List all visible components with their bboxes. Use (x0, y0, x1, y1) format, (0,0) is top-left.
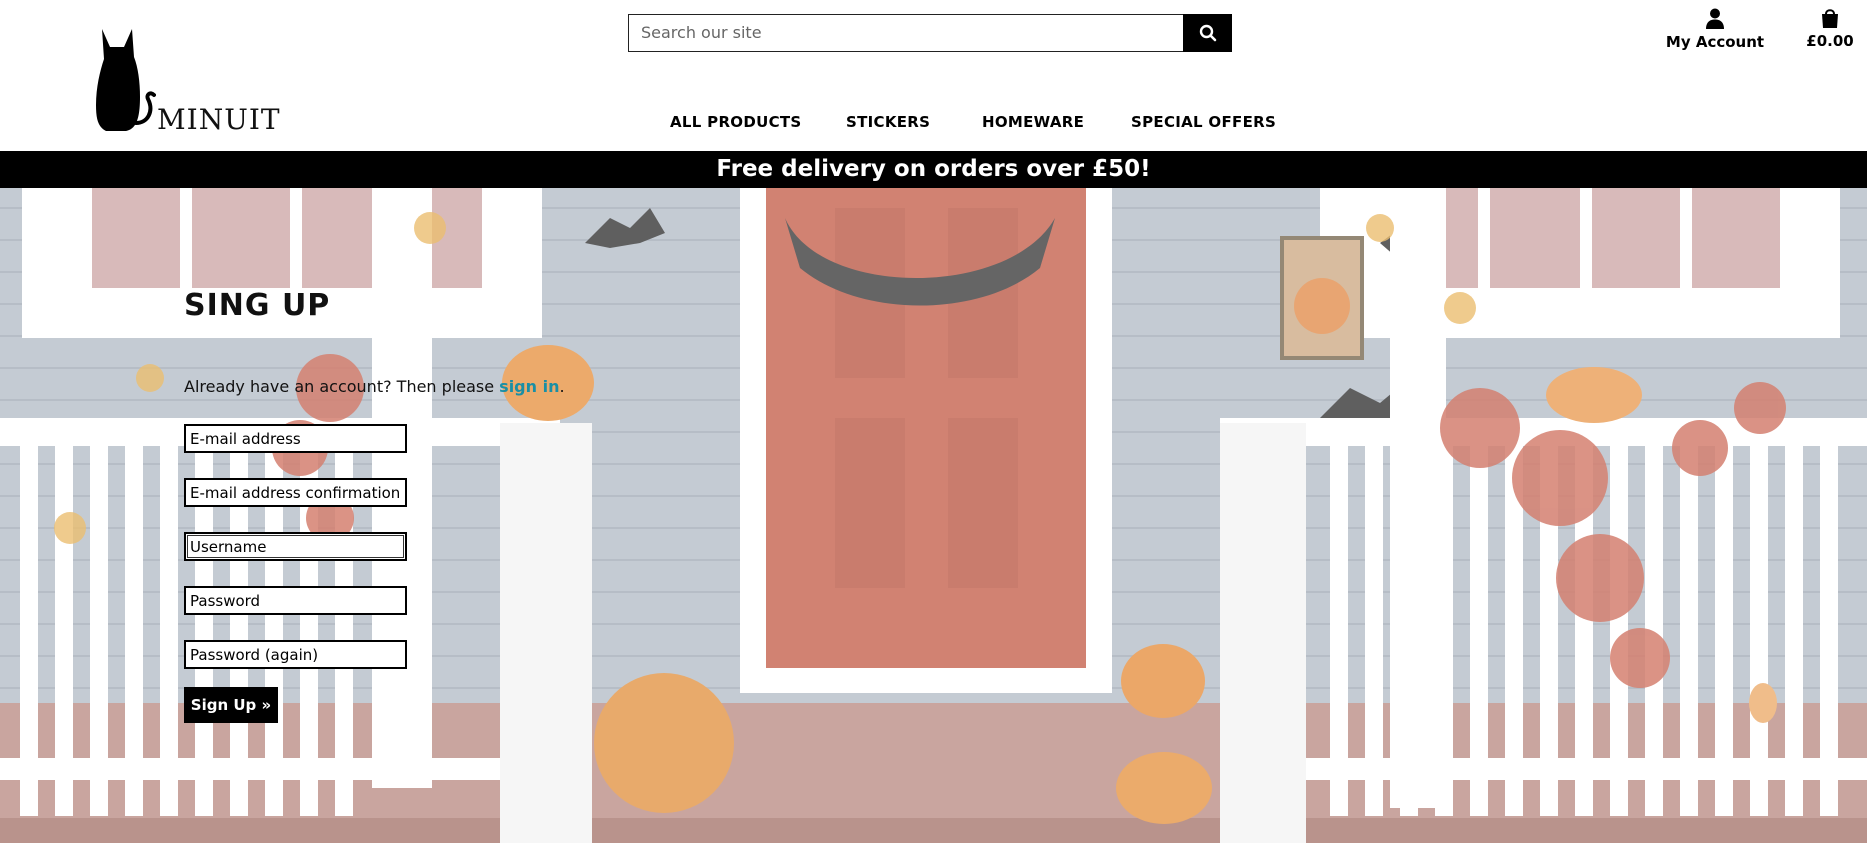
brand-name: MINUIT (157, 103, 281, 136)
username-field[interactable] (184, 532, 407, 561)
shopping-bag-icon (1822, 9, 1838, 28)
signin-prompt-end: . (559, 377, 565, 396)
page-title: SING UP (184, 288, 331, 323)
search-form (628, 13, 1232, 52)
nav-stickers[interactable]: STICKERS (846, 113, 930, 131)
user-icon (1706, 8, 1724, 29)
hero-overlay (0, 188, 1867, 843)
search-input[interactable] (629, 15, 1184, 50)
email-field[interactable] (184, 424, 407, 453)
cat-logo-icon (96, 29, 156, 131)
signin-prompt-text: Already have an account? Then please (184, 377, 500, 396)
email-confirmation-field[interactable] (184, 478, 407, 507)
signin-prompt: Already have an account? Then please sig… (184, 377, 565, 396)
nav-special-offers[interactable]: SPECIAL OFFERS (1131, 113, 1276, 131)
site-header: MINUIT My Account £0.00 ALL PRODUCTS STI… (0, 0, 1867, 151)
search-icon (1199, 24, 1216, 41)
brand-logo[interactable]: MINUIT (96, 25, 280, 136)
hero-background-image (0, 188, 1867, 843)
search-button[interactable] (1183, 13, 1232, 52)
delivery-banner: Free delivery on orders over £50! (0, 151, 1867, 188)
nav-all-products[interactable]: ALL PRODUCTS (670, 113, 802, 131)
password-field[interactable] (184, 586, 407, 615)
cart-total: £0.00 (1806, 32, 1854, 50)
my-account-link[interactable]: My Account (1660, 8, 1770, 51)
signin-link[interactable]: sign in (499, 377, 559, 396)
sign-up-button[interactable]: Sign Up » (184, 687, 278, 723)
my-account-label: My Account (1665, 33, 1765, 51)
password-again-field[interactable] (184, 640, 407, 669)
cart-link[interactable]: £0.00 (1798, 8, 1862, 50)
nav-homeware[interactable]: HOMEWARE (982, 113, 1084, 131)
